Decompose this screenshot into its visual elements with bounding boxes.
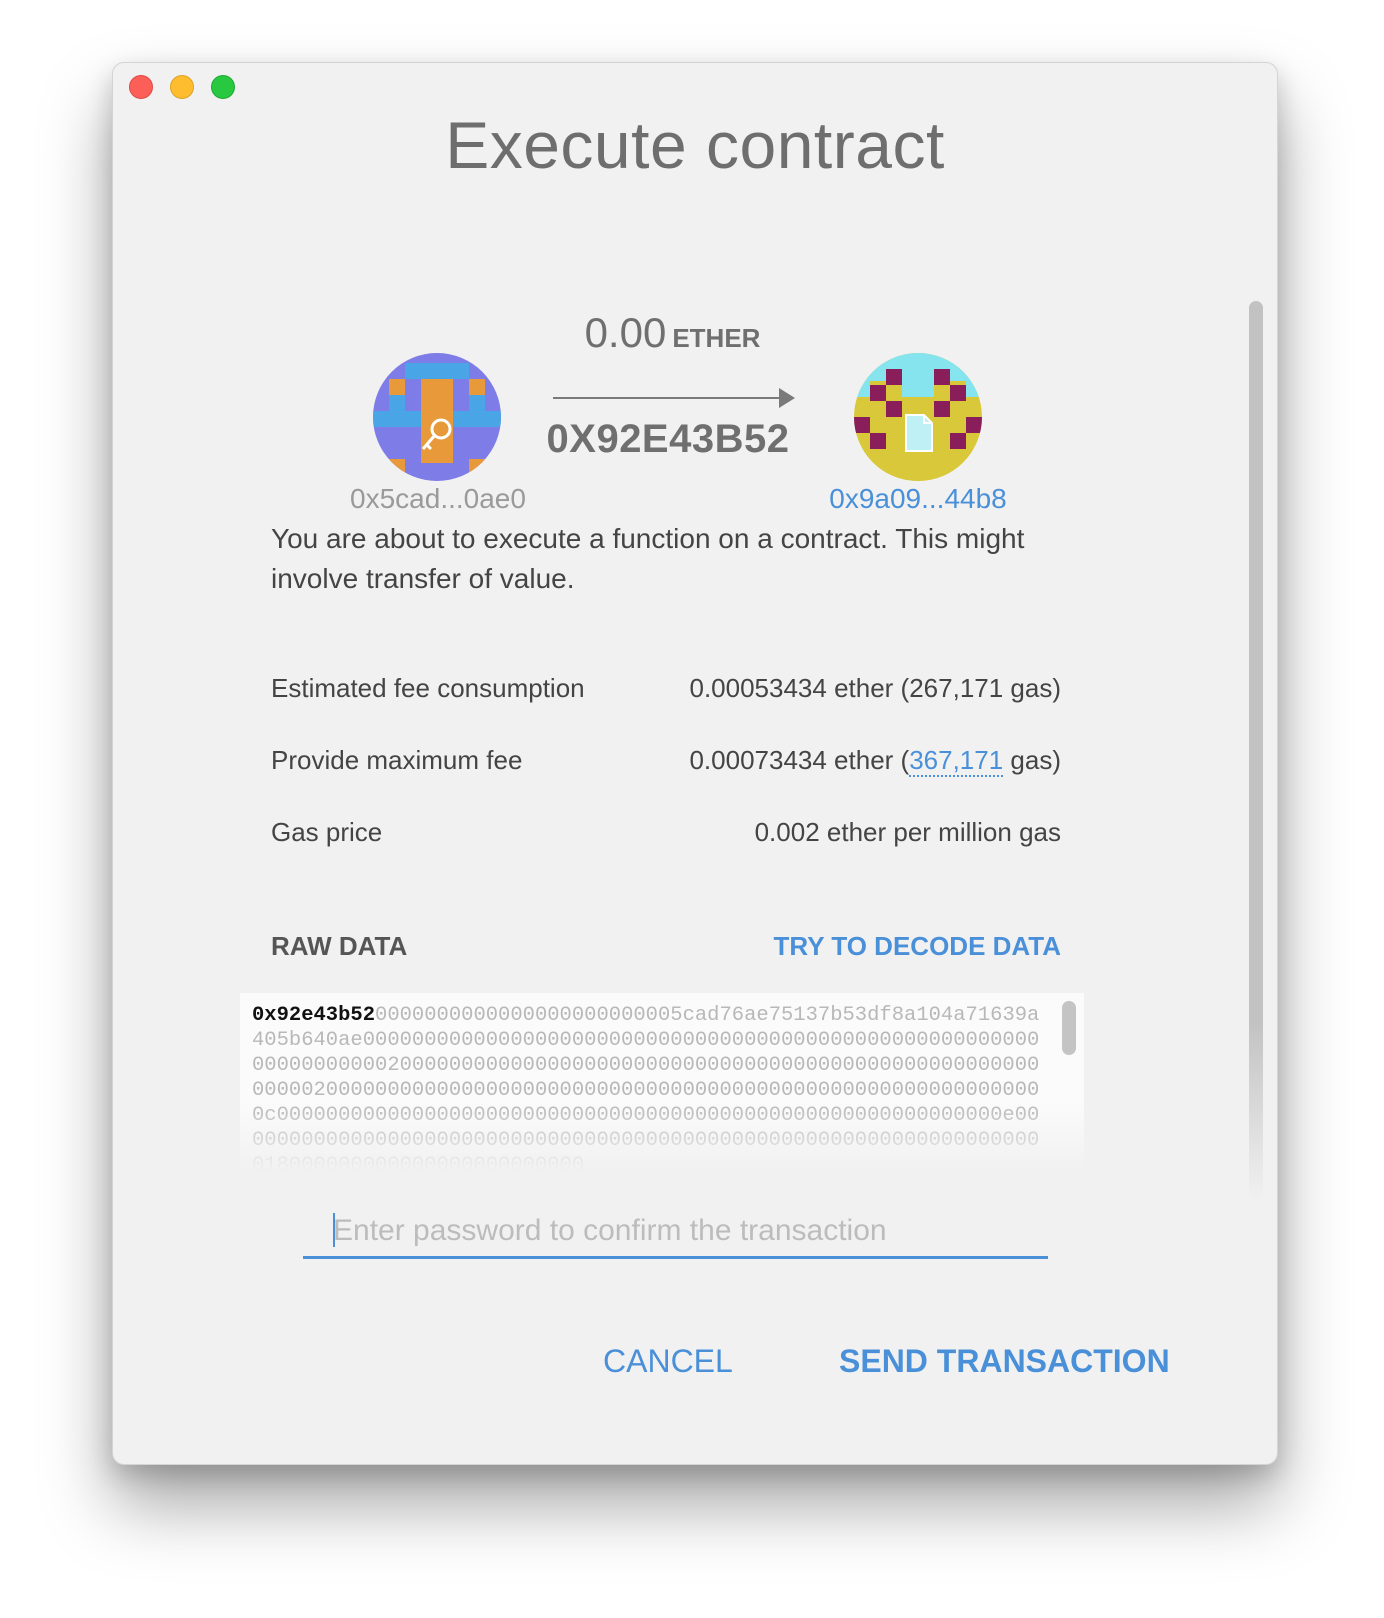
window-controls [129,75,235,99]
dialog-actions: CANCEL SEND TRANSACTION [113,1333,1277,1393]
account-identicon-icon [373,353,501,481]
estimated-fee-value: 0.00053434 ether (267,171 gas) [689,673,1061,703]
arrow-right-icon [779,388,795,408]
contract-identicon-icon [854,353,982,481]
text-caret [333,1213,335,1247]
raw-data-scrollbar-thumb[interactable] [1062,1001,1076,1055]
raw-data-title: RAW DATA [271,931,408,961]
amount-unit: ETHER [672,323,761,353]
try-decode-data-link[interactable]: TRY TO DECODE DATA [774,931,1061,962]
estimated-fee-label: Estimated fee consumption [271,673,585,703]
transfer-amount: 0.00 ETHER [550,309,795,357]
maximum-fee-prefix: 0.00073434 ether ( [689,745,910,775]
password-field[interactable] [303,1207,1048,1259]
raw-data-box[interactable]: 0x92e43b520000000000000000000000005cad76… [240,993,1084,1171]
maximum-fee-value: 0.00073434 ether (367,171 gas) [689,745,1061,777]
send-transaction-button[interactable]: SEND TRANSACTION [839,1343,1170,1380]
password-input[interactable] [303,1207,1048,1255]
amount-value: 0.00 [584,309,667,356]
execute-warning-message: You are about to execute a function on a… [271,523,1025,594]
raw-data-selector: 0x92e43b52 [252,1004,376,1027]
to-contract-identicon[interactable] [854,353,982,481]
raw-data-header: RAW DATA TRY TO DECODE DATA [271,931,1061,962]
maximum-fee-suffix: gas) [1003,745,1061,775]
from-address[interactable]: 0x5cad...0ae0 [343,483,533,515]
maximum-gas-editable[interactable]: 367,171 [909,745,1004,777]
to-address-link[interactable]: 0x9a09...44b8 [813,483,1023,515]
close-window-button[interactable] [129,75,153,99]
maximum-fee-row: Provide maximum fee 0.00073434 ether (36… [271,745,1061,777]
gas-price-row: Gas price 0.002 ether per million gas [271,817,1061,848]
raw-data-fade [240,1101,1084,1171]
maximum-fee-label: Provide maximum fee [271,745,523,775]
dialog-title: Execute contract [445,108,945,182]
raw-data-line: 0000000000000000000000005cad76ae75137b53… [375,1004,978,1027]
transaction-flow: 0.00 ETHER 0X92E43B52 0x5cad...0ae0 0x9a… [113,289,1277,514]
minimize-window-button[interactable] [170,75,194,99]
function-signature: 0X92E43B52 [546,417,790,461]
zoom-window-button[interactable] [211,75,235,99]
gas-price-label: Gas price [271,817,383,847]
from-account-identicon[interactable] [373,353,501,481]
gas-price-value: 0.002 ether per million gas [754,817,1061,847]
execute-contract-dialog: Execute contract 0.00 ETHER 0X92E43B52 0… [112,62,1278,1465]
cancel-button[interactable]: CANCEL [603,1343,733,1380]
estimated-fee-row: Estimated fee consumption 0.00053434 eth… [271,673,1061,704]
transfer-arrow-line [553,397,781,399]
